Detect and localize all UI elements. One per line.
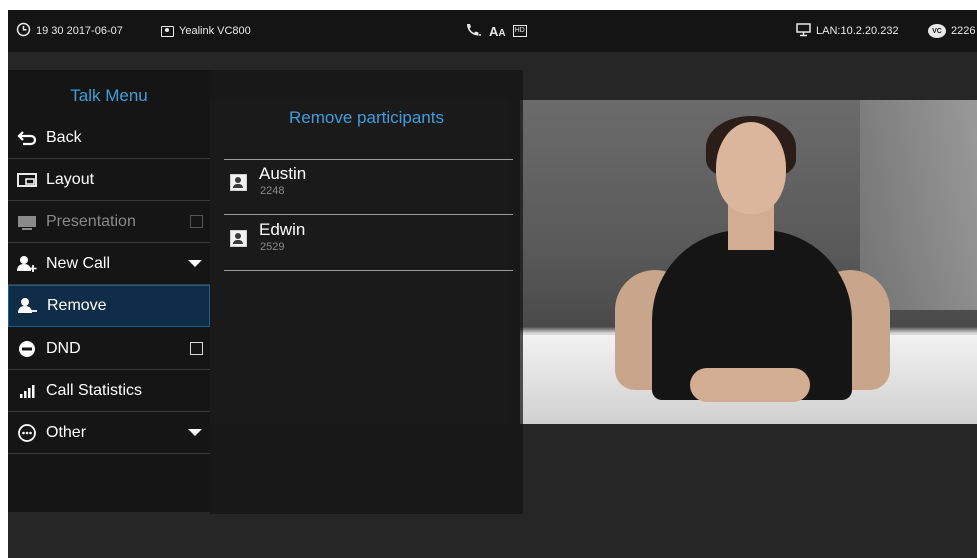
signal-bars-icon	[16, 381, 38, 401]
person-hands	[690, 368, 810, 402]
vc-icon: VC	[928, 24, 946, 38]
background-window	[860, 100, 977, 310]
talk-menu-title: Talk Menu	[70, 86, 148, 105]
account-extension: 2226	[951, 25, 976, 37]
font-size-icon: AA	[489, 23, 506, 39]
menu-item-call-statistics[interactable]: Call Statistics	[8, 370, 210, 412]
contact-icon	[230, 174, 247, 191]
person-head	[716, 122, 786, 214]
back-arrow-icon	[16, 128, 38, 148]
menu-item-back[interactable]: Back	[8, 117, 210, 159]
network-item: LAN:10.2.20.232	[796, 10, 899, 52]
talk-menu: Talk Menu Back Layout Presentation New C…	[8, 70, 210, 512]
menu-item-dnd[interactable]: DND	[8, 328, 210, 370]
device-name: Yealink VC800	[179, 25, 251, 37]
main-video-feed	[520, 100, 977, 424]
hd-badge-icon: HD	[512, 25, 527, 37]
menu-item-presentation[interactable]: Presentation	[8, 201, 210, 243]
dnd-checkbox[interactable]	[190, 342, 203, 355]
presentation-checkbox[interactable]	[190, 215, 203, 228]
divider	[224, 159, 513, 160]
call-status-icons: AA HD	[464, 10, 527, 52]
remove-person-icon	[17, 296, 39, 316]
status-bar: 19 30 2017-06-07 Yealink VC800 AA HD LAN…	[8, 10, 977, 52]
menu-item-other[interactable]: Other	[8, 412, 210, 454]
phone-handset-icon	[464, 22, 482, 40]
menu-item-label: Back	[46, 128, 82, 146]
menu-item-layout[interactable]: Layout	[8, 159, 210, 201]
clock-icon	[16, 22, 31, 40]
menu-item-label: Other	[46, 423, 87, 441]
menu-item-label: Layout	[46, 170, 95, 188]
participant-name: Austin	[259, 164, 307, 183]
datetime-text: 19 30 2017-06-07	[36, 25, 123, 37]
menu-item-label: New Call	[46, 254, 111, 272]
menu-item-label: DND	[46, 339, 81, 357]
contact-card-icon	[161, 25, 174, 37]
vc-screen: 19 30 2017-06-07 Yealink VC800 AA HD LAN…	[8, 10, 977, 558]
account-item: VC 2226	[928, 10, 975, 52]
divider	[224, 270, 513, 271]
network-monitor-icon	[796, 22, 811, 40]
dnd-icon	[16, 339, 38, 359]
menu-item-new-call[interactable]: New Call	[8, 243, 210, 285]
device-item: Yealink VC800	[161, 10, 251, 52]
chevron-down-icon[interactable]	[188, 260, 202, 267]
add-person-icon	[16, 254, 38, 274]
participant-number: 2248	[260, 185, 285, 197]
contact-icon	[230, 230, 247, 247]
remove-participants-panel: Remove participants Austin 2248 Edwin 25…	[210, 70, 523, 514]
menu-item-remove[interactable]: Remove	[8, 285, 210, 327]
menu-item-label: Remove	[47, 297, 107, 314]
layout-icon	[16, 170, 38, 190]
more-icon	[16, 423, 38, 443]
participant-item-austin[interactable]: Austin 2248	[224, 162, 513, 214]
chevron-down-icon[interactable]	[188, 429, 202, 436]
presentation-icon	[16, 212, 38, 232]
menu-item-label: Presentation	[46, 212, 136, 230]
datetime-item: 19 30 2017-06-07	[16, 10, 123, 52]
participant-number: 2529	[260, 241, 285, 253]
participant-name: Edwin	[259, 220, 306, 239]
participant-item-edwin[interactable]: Edwin 2529	[224, 218, 513, 270]
menu-item-label: Call Statistics	[46, 381, 143, 399]
lan-address: LAN:10.2.20.232	[816, 25, 899, 37]
divider	[224, 214, 513, 215]
panel-title: Remove participants	[289, 108, 444, 127]
